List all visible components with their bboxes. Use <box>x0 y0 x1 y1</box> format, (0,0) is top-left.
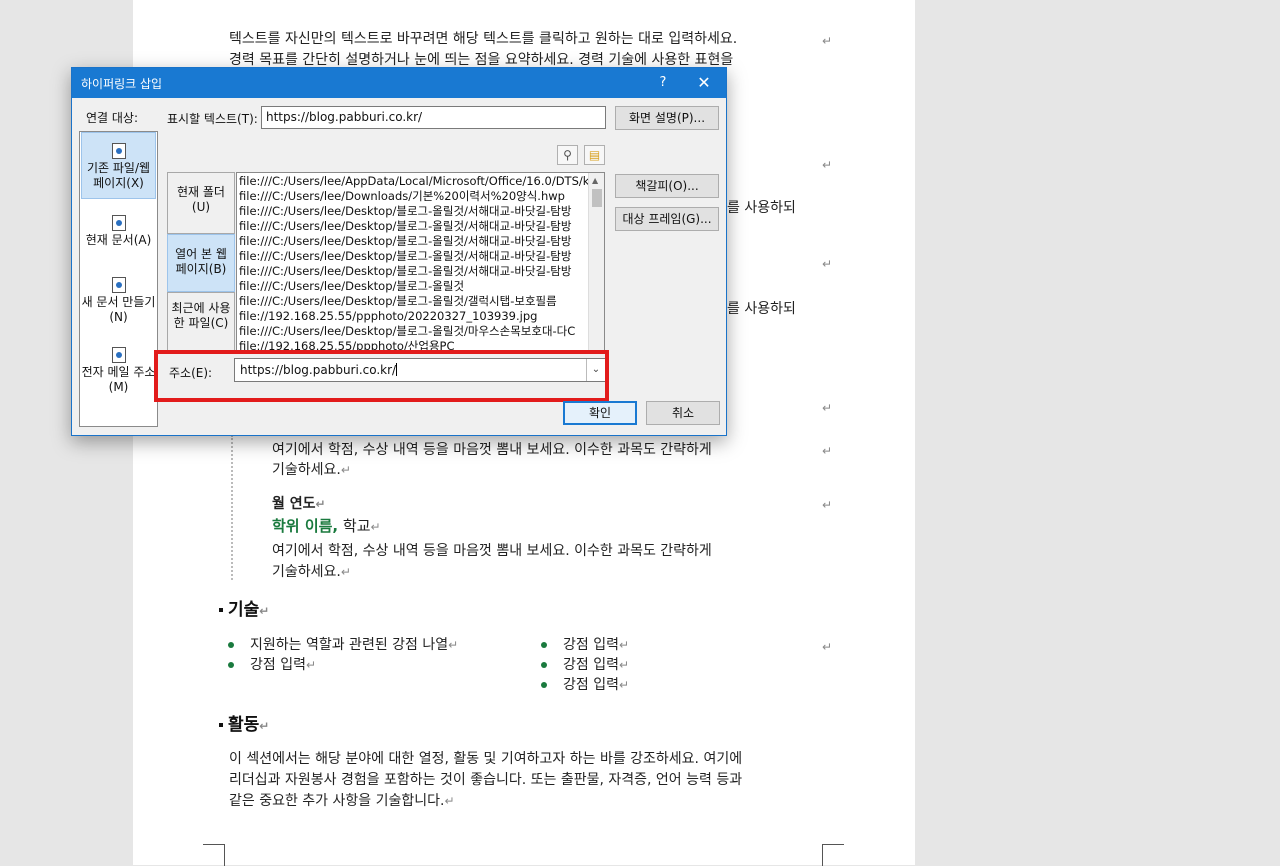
degree-line: 학위 이름, 학교↵ <box>272 517 381 535</box>
dialog-titlebar[interactable]: 하이퍼링크 삽입 ? ✕ <box>72 68 726 98</box>
cancel-button[interactable]: 취소 <box>646 401 720 425</box>
education-year: 월 연도↵ <box>272 496 326 512</box>
file-list[interactable]: file:///C:/Users/lee/AppData/Local/Micro… <box>236 172 605 353</box>
paragraph-mark: ↵ <box>822 34 833 48</box>
activities-line: 같은 중요한 추가 사항을 기술합니다.↵ <box>229 793 455 809</box>
education-description-line: 여기에서 학점, 수상 내역 등을 마음껏 뽐내 보세요. 이수한 과목도 간략… <box>272 543 712 559</box>
skills-heading: 기술↵ <box>219 595 269 620</box>
dialog-title: 하이퍼링크 삽입 <box>81 77 163 91</box>
text-fragment: 를 사용하되 <box>727 200 796 216</box>
existing-file-web-page-icon <box>111 143 126 159</box>
close-button[interactable]: ✕ <box>692 71 716 95</box>
degree-name: 학위 이름, <box>272 517 339 535</box>
paragraph-mark: ↵ <box>822 498 833 512</box>
list-item[interactable]: file:///C:/Users/lee/Desktop/블로그-올릴것/마우스… <box>239 324 575 339</box>
intro-line-1: 텍스트를 자신만의 텍스트로 바꾸려면 해당 텍스트를 클릭하고 원하는 대로 … <box>229 31 738 47</box>
display-text-input[interactable]: https://blog.pabburi.co.kr/ <box>261 106 606 129</box>
paragraph-mark: ↵ <box>822 257 833 271</box>
scroll-up-icon[interactable]: ▲ <box>592 176 598 185</box>
paragraph-mark: ↵ <box>822 444 833 458</box>
tab-recent-files[interactable]: 최근에 사용한 파일(C) <box>167 292 235 353</box>
list-item[interactable]: file://192.168.25.55/ppphoto/20220327_10… <box>239 309 537 324</box>
paragraph-mark: ↵ <box>822 401 833 415</box>
tab-browsed-pages[interactable]: 열어 본 웹 페이지(B) <box>167 234 235 292</box>
tab-current-folder[interactable]: 현재 폴더(U) <box>167 172 235 234</box>
paragraph-mark: ↵ <box>822 158 833 172</box>
list-item[interactable]: file:///C:/Users/lee/Desktop/블로그-올릴것/갤럭시… <box>239 294 557 309</box>
school-name: 학교 <box>338 517 371 535</box>
list-item[interactable]: file:///C:/Users/lee/Desktop/블로그-올릴것/서해대… <box>239 219 571 234</box>
target-frame-button[interactable]: 대상 프레임(G)... <box>615 207 719 231</box>
list-item: 강점 입력↵ <box>541 674 629 694</box>
display-text-label: 표시할 텍스트(T): <box>167 112 258 126</box>
page-corner-mark <box>822 844 844 866</box>
activities-line: 리더십과 자원봉사 경험을 포함하는 것이 좋습니다. 또는 출판물, 자격증,… <box>229 772 743 788</box>
link-to-email-address[interactable]: 전자 메일 주소(M) <box>81 347 156 407</box>
link-to-panel: 기존 파일/웹 페이지(X) 현재 문서(A) 새 문서 만들기(N) 전자 메… <box>79 131 158 427</box>
list-item: 지원하는 역할과 관련된 강점 나열↵ <box>228 634 458 654</box>
activities-heading: 활동↵ <box>219 710 269 735</box>
education-description-line: 여기에서 학점, 수상 내역 등을 마음껏 뽐내 보세요. 이수한 과목도 간략… <box>272 442 712 458</box>
education-section-rule <box>231 435 233 580</box>
link-to-existing-file[interactable]: 기존 파일/웹 페이지(X) <box>81 132 156 199</box>
list-item[interactable]: file:///C:/Users/lee/Downloads/기본%20이력서%… <box>239 189 565 204</box>
ok-button[interactable]: 확인 <box>563 401 637 425</box>
link-to-new-document[interactable]: 새 문서 만들기(N) <box>81 277 156 337</box>
intro-line-2: 경력 목표를 간단히 설명하거나 눈에 띄는 점을 요약하세요. 경력 기술에 … <box>229 52 734 68</box>
browse-file-folder-icon[interactable]: ▤ <box>584 145 605 165</box>
scrollbar-thumb[interactable] <box>592 189 602 207</box>
paragraph-mark: ↵ <box>822 640 833 654</box>
link-to-current-document[interactable]: 현재 문서(A) <box>81 215 156 265</box>
look-in-panel: 현재 폴더(U) 열어 본 웹 페이지(B) 최근에 사용한 파일(C) fil… <box>167 172 605 353</box>
list-item: 강점 입력↵ <box>541 654 629 674</box>
list-item[interactable]: file:///C:/Users/lee/Desktop/블로그-올릴것 <box>239 279 464 294</box>
list-item[interactable]: file:///C:/Users/lee/Desktop/블로그-올릴것/서해대… <box>239 249 571 264</box>
education-description-line: 기술하세요.↵ <box>272 564 351 580</box>
list-item[interactable]: file:///C:/Users/lee/Desktop/블로그-올릴것/서해대… <box>239 264 571 279</box>
address-highlight-box <box>154 350 609 402</box>
list-item[interactable]: file:///C:/Users/lee/AppData/Local/Micro… <box>239 174 600 189</box>
file-list-scrollbar[interactable]: ▲ <box>588 173 604 352</box>
activities-line: 이 섹션에서는 해당 분야에 대한 열정, 활동 및 기여하고자 하는 바를 강… <box>229 751 743 767</box>
list-item[interactable]: file:///C:/Users/lee/Desktop/블로그-올릴것/서해대… <box>239 234 571 249</box>
page-corner-mark <box>203 844 225 866</box>
list-item: 강점 입력↵ <box>541 634 629 654</box>
list-item: 강점 입력↵ <box>228 654 316 674</box>
bookmark-button[interactable]: 책갈피(O)... <box>615 174 719 198</box>
list-item[interactable]: file:///C:/Users/lee/Desktop/블로그-올릴것/서해대… <box>239 204 571 219</box>
current-document-icon <box>111 215 126 231</box>
new-document-icon <box>111 277 126 293</box>
education-description-line: 기술하세요.↵ <box>272 462 351 478</box>
help-button[interactable]: ? <box>652 72 674 94</box>
insert-hyperlink-dialog: 하이퍼링크 삽입 ? ✕ 연결 대상: 기존 파일/웹 페이지(X) 현재 문서… <box>71 67 727 436</box>
email-address-icon <box>111 347 126 363</box>
browse-web-icon[interactable]: ⚲ <box>557 145 578 165</box>
text-fragment: 를 사용하되 <box>727 301 796 317</box>
screentip-button[interactable]: 화면 설명(P)... <box>615 106 719 130</box>
link-to-label: 연결 대상: <box>86 111 139 125</box>
